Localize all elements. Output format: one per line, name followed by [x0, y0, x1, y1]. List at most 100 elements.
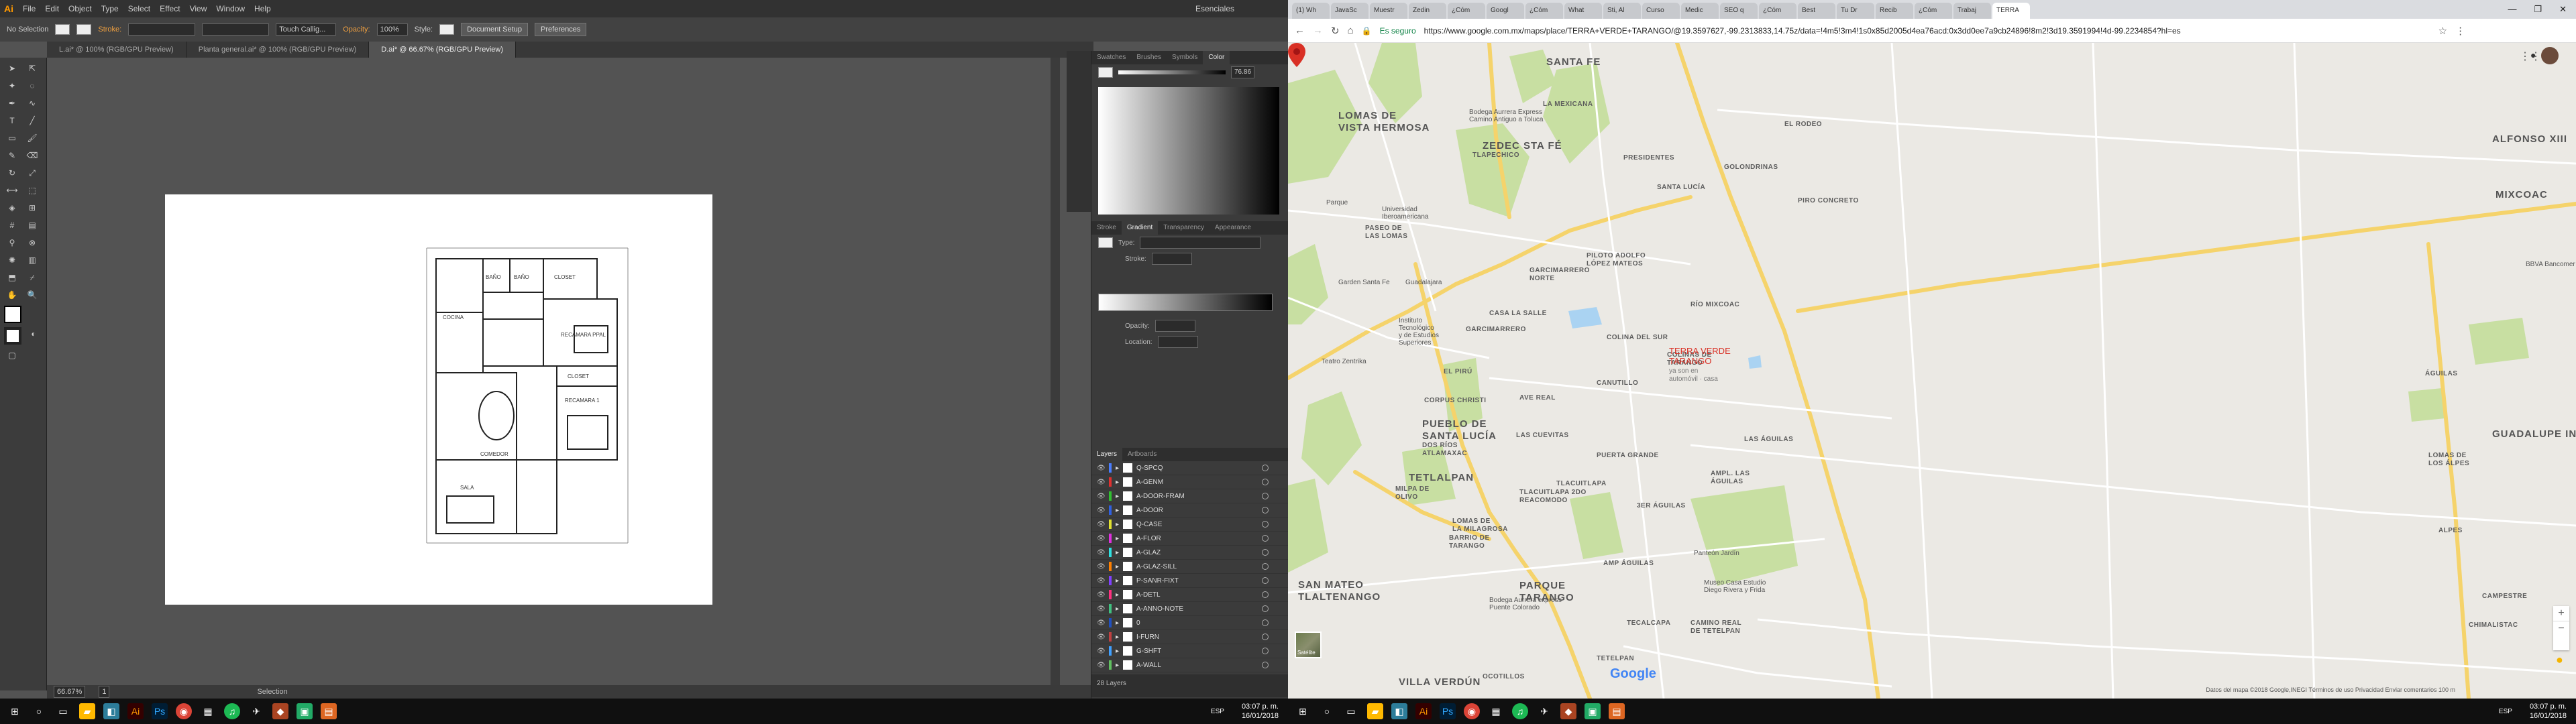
slice-tool-icon[interactable]: ⌿: [24, 271, 40, 284]
layer-target-icon[interactable]: [1262, 465, 1269, 471]
browser-tab[interactable]: SEO q: [1720, 3, 1758, 19]
layer-row[interactable]: 👁 ▸ A-GLAZ-SILL: [1091, 560, 1289, 574]
magic-wand-icon[interactable]: ✦: [4, 79, 20, 93]
place-name-label[interactable]: TERRA VERDE TARANGO: [1669, 346, 1743, 366]
fill-swatch[interactable]: [55, 24, 70, 35]
browser-tab[interactable]: Googl: [1487, 3, 1524, 19]
layer-name[interactable]: A-GLAZ: [1136, 549, 1161, 556]
poi-label[interactable]: Universidad Iberoamericana: [1382, 206, 1428, 221]
tab-transparency[interactable]: Transparency: [1158, 221, 1210, 235]
chrome-taskbar-icon[interactable]: ◉: [1464, 703, 1480, 719]
color-fill-box[interactable]: [1098, 67, 1113, 78]
browser-tab[interactable]: ¿Cóm: [1915, 3, 1952, 19]
visibility-eye-icon[interactable]: 👁: [1097, 634, 1106, 641]
layer-row[interactable]: 👁 ▸ A-DETL: [1091, 588, 1289, 602]
tab-gradient[interactable]: Gradient: [1121, 221, 1159, 235]
document-setup-button[interactable]: Document Setup: [461, 23, 529, 36]
artboard-number-field[interactable]: 1: [99, 686, 110, 698]
expand-arrow-icon[interactable]: ▸: [1116, 549, 1119, 556]
layer-row[interactable]: 👁 ▸ A-ANNO-NOTE: [1091, 602, 1289, 616]
forward-icon[interactable]: →: [1313, 25, 1323, 36]
layer-target-icon[interactable]: [1262, 605, 1269, 612]
color-slider[interactable]: [1118, 70, 1226, 74]
tab-appearance[interactable]: Appearance: [1210, 221, 1256, 235]
layer-name[interactable]: A-DOOR-FRAM: [1136, 493, 1185, 500]
brush-field[interactable]: Touch Callig...: [276, 23, 337, 36]
layer-name[interactable]: 0: [1136, 619, 1140, 627]
layer-target-icon[interactable]: [1262, 493, 1269, 499]
visibility-eye-icon[interactable]: 👁: [1097, 563, 1106, 570]
layer-target-icon[interactable]: [1262, 577, 1269, 584]
canvas[interactable]: COCINA BAÑO BAÑO CLOSET RECAMARA PPAL CL…: [47, 58, 1093, 685]
poi-label[interactable]: Garden Santa Fe: [1338, 279, 1390, 286]
reload-icon[interactable]: ↻: [1331, 25, 1340, 37]
chrome-menu-icon[interactable]: ⋮: [2455, 25, 2465, 37]
layer-row[interactable]: 👁 ▸ Q-CASE: [1091, 518, 1289, 532]
layer-name[interactable]: I-FURN: [1136, 634, 1159, 641]
menu-effect[interactable]: Effect: [160, 4, 180, 13]
app-icon[interactable]: ✈: [1536, 703, 1552, 719]
layer-name[interactable]: A-FLOR: [1136, 535, 1161, 542]
notifications-icon[interactable]: ●: [2530, 50, 2536, 60]
app-icon[interactable]: ◆: [1560, 703, 1576, 719]
zoom-out-button[interactable]: −: [2553, 621, 2569, 636]
layer-row[interactable]: 👁 ▸ A-DOOR: [1091, 503, 1289, 518]
layer-target-icon[interactable]: [1262, 648, 1269, 654]
language-indicator[interactable]: ESP: [2499, 708, 2512, 715]
search-icon[interactable]: ○: [1319, 703, 1335, 719]
menu-type[interactable]: Type: [101, 4, 119, 13]
shape-builder-icon[interactable]: ◈: [4, 201, 20, 215]
eraser-tool-icon[interactable]: ⌫: [24, 149, 40, 162]
symbol-sprayer-icon[interactable]: ✺: [4, 253, 20, 267]
zoom-tool-icon[interactable]: 🔍: [24, 288, 40, 302]
color-spectrum[interactable]: [1098, 87, 1279, 215]
visibility-eye-icon[interactable]: 👁: [1097, 535, 1106, 542]
browser-tab[interactable]: Tu Dr: [1837, 3, 1874, 19]
visibility-eye-icon[interactable]: 👁: [1097, 591, 1106, 599]
photoshop-taskbar-icon[interactable]: Ps: [1440, 703, 1456, 719]
layer-row[interactable]: 👁 ▸ A-DOOR-FRAM: [1091, 489, 1289, 503]
browser-tab[interactable]: Medic: [1681, 3, 1719, 19]
poi-label[interactable]: Museo Casa Estudio Diego Rivera y Frida: [1704, 579, 1766, 594]
expand-arrow-icon[interactable]: ▸: [1116, 493, 1119, 500]
expand-arrow-icon[interactable]: ▸: [1116, 577, 1119, 585]
zoom-level-field[interactable]: 66.67%: [54, 686, 86, 698]
layer-target-icon[interactable]: [1262, 619, 1269, 626]
mesh-tool-icon[interactable]: #: [4, 219, 20, 232]
poi-label[interactable]: Guadalajara: [1405, 279, 1442, 286]
back-icon[interactable]: ←: [1295, 25, 1305, 36]
style-swatch[interactable]: [439, 24, 455, 35]
layer-row[interactable]: 👁 ▸ P-SANR-FIXT: [1091, 574, 1289, 588]
gradient-preview-box[interactable]: [1098, 237, 1113, 248]
paintbrush-tool-icon[interactable]: 🖌: [24, 131, 40, 145]
layer-name[interactable]: A-GLAZ-SILL: [1136, 563, 1177, 570]
taskbar-clock[interactable]: 03:07 p. m. 16/01/2018: [2530, 702, 2567, 721]
layer-name[interactable]: G-SHFT: [1136, 648, 1161, 655]
canvas-vertical-scrollbar[interactable]: [1051, 58, 1060, 685]
curvature-tool-icon[interactable]: ∿: [24, 97, 40, 110]
graph-tool-icon[interactable]: ▥: [24, 253, 40, 267]
chrome-taskbar-icon[interactable]: ◉: [176, 703, 192, 719]
poi-label[interactable]: Instituto Tecnológico y de Estudios Supe…: [1399, 317, 1439, 347]
draw-mode-icon[interactable]: ◐: [25, 327, 42, 341]
tab-symbols[interactable]: Symbols: [1167, 51, 1203, 64]
visibility-eye-icon[interactable]: 👁: [1097, 648, 1106, 655]
satellite-toggle[interactable]: Satélite: [1295, 631, 1322, 658]
gradient-type-select[interactable]: [1140, 237, 1261, 249]
layer-name[interactable]: A-ANNO-NOTE: [1136, 605, 1183, 613]
app-icon[interactable]: ▣: [297, 703, 313, 719]
browser-tab[interactable]: JavaSc: [1331, 3, 1368, 19]
taskbar-clock[interactable]: 03:07 p. m. 16/01/2018: [1242, 702, 1279, 721]
visibility-eye-icon[interactable]: 👁: [1097, 493, 1106, 500]
browser-tab[interactable]: ¿Cóm: [1759, 3, 1796, 19]
scale-tool-icon[interactable]: ⤢: [24, 166, 40, 180]
opacity-field[interactable]: 100%: [376, 23, 408, 36]
photoshop-taskbar-icon[interactable]: Ps: [152, 703, 168, 719]
maximize-icon[interactable]: ❐: [2534, 0, 2542, 19]
stroke-weight-field[interactable]: [128, 23, 196, 36]
poi-label[interactable]: BBVA Bancomer: [2526, 261, 2575, 268]
layer-name[interactable]: A-DETL: [1136, 591, 1161, 599]
poi-label[interactable]: Bodega Aurrera Express Camino Antiguo a …: [1469, 109, 1543, 123]
hand-tool-icon[interactable]: ✋: [4, 288, 20, 302]
poi-label[interactable]: Bodega Aurrera express Puente Colorado: [1489, 597, 1562, 611]
